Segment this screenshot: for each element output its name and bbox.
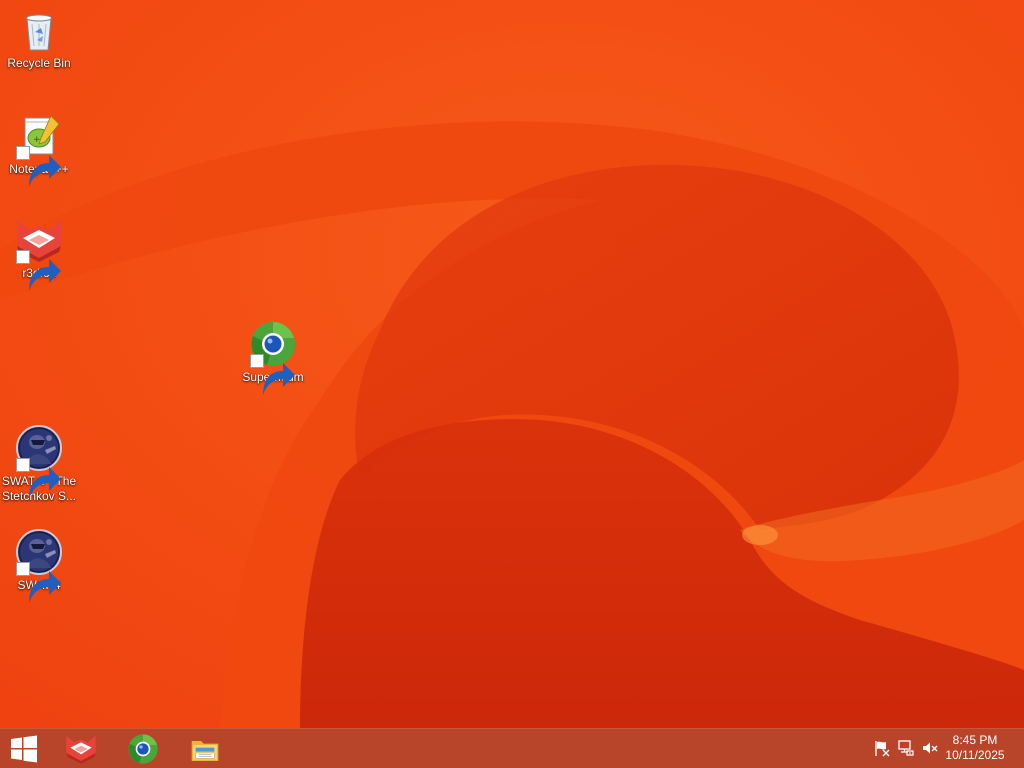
r3dfox-icon — [66, 735, 96, 764]
desktop-icon-r3dfox[interactable]: r3dfox — [1, 216, 77, 291]
desktop-icon-recycle-bin[interactable]: Recycle Bin — [1, 6, 77, 71]
tray-volume[interactable] — [921, 739, 939, 757]
taskbar-pinned-r3dfox[interactable] — [51, 729, 111, 768]
wallpaper — [0, 0, 1024, 728]
tray-network[interactable] — [897, 739, 915, 757]
supermium-icon — [128, 733, 158, 764]
volume-muted-icon — [923, 742, 938, 754]
desktop-icon-swat4-stetchkov[interactable]: SWAT 4 - The Stetchkov S... — [1, 424, 77, 504]
taskbar: 8:45 PM 10/11/2025 — [0, 728, 1024, 768]
shortcut-arrow-icon — [16, 250, 61, 291]
shortcut-arrow-icon — [16, 458, 61, 499]
windows-logo-icon — [11, 735, 37, 762]
taskbar-clock[interactable]: 8:45 PM 10/11/2025 — [940, 733, 1010, 763]
shortcut-arrow-icon — [250, 354, 295, 395]
desktop-icon-swat4[interactable]: SWAT 4 — [1, 528, 77, 603]
clock-time: 8:45 PM — [952, 733, 998, 747]
action-center-flag-icon — [875, 741, 890, 757]
tray-action-center[interactable] — [873, 739, 891, 757]
desktop-icon-notepad-plus-plus[interactable]: ++ Notepad++ — [1, 112, 77, 187]
desktop-icon-label: Recycle Bin — [7, 56, 71, 70]
recycle-bin-icon — [26, 14, 52, 51]
network-icon — [898, 740, 914, 756]
desktop[interactable]: Recycle Bin ++ Notepad++ — [0, 0, 1024, 728]
taskbar-pinned-file-explorer[interactable] — [175, 729, 235, 768]
shortcut-arrow-icon — [16, 146, 61, 187]
desktop-icon-supermium[interactable]: Supermium — [235, 320, 311, 395]
file-explorer-icon — [191, 740, 219, 761]
taskbar-pinned-supermium[interactable] — [113, 729, 173, 768]
start-button[interactable] — [0, 729, 48, 768]
shortcut-arrow-icon — [16, 562, 61, 603]
clock-date: 10/11/2025 — [945, 748, 1005, 762]
